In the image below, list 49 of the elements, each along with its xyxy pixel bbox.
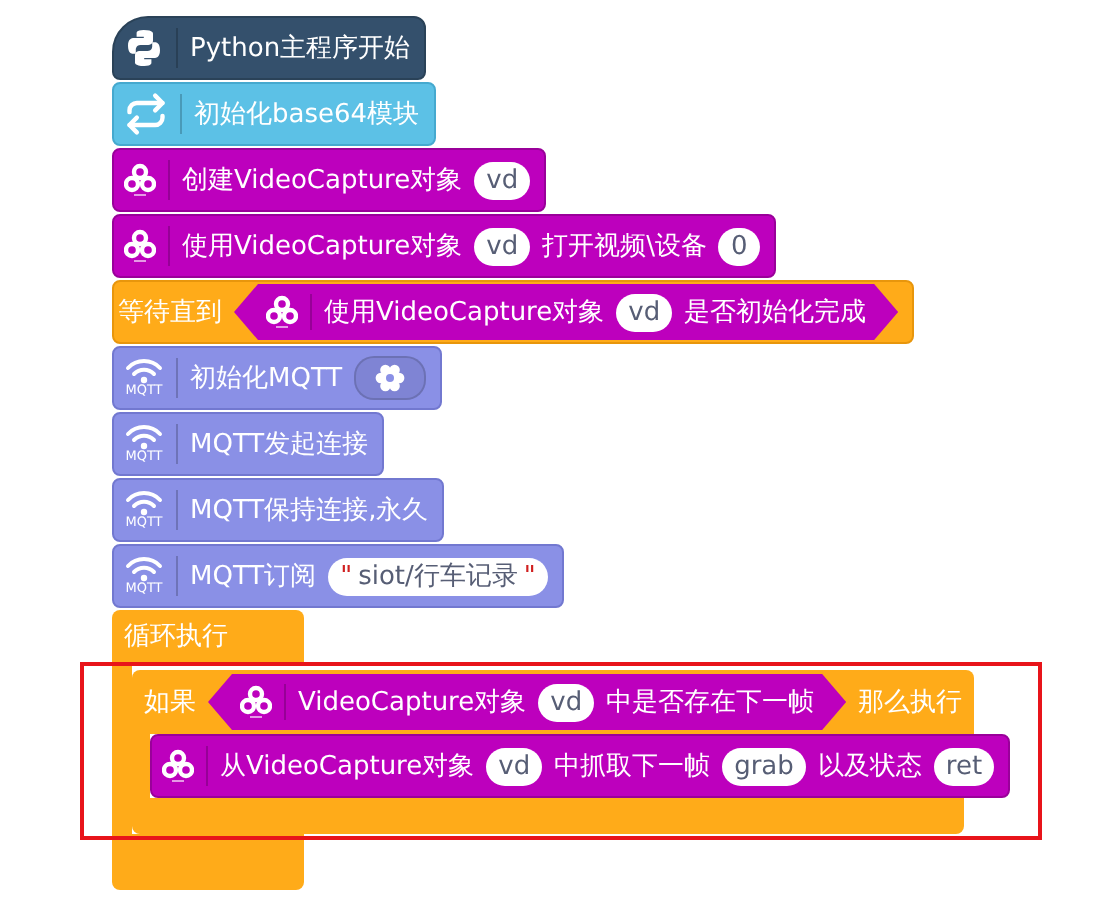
wifi-icon [124, 424, 164, 450]
input-slot[interactable]: vd [474, 227, 531, 265]
block-label: 创建VideoCapture对象 [182, 164, 463, 198]
block-label: 初始化base64模块 [194, 98, 420, 132]
input-slot[interactable]: vd [474, 161, 531, 199]
python-logo-icon [124, 28, 164, 68]
block-label: 初始化MQTT [190, 362, 343, 396]
block-label: 是否初始化完成 [684, 296, 867, 330]
settings-slot[interactable] [354, 356, 427, 400]
block-label: MQTT发起连接 [190, 428, 369, 462]
block-label: MQTT订阅 [190, 560, 317, 594]
block-label: 中抓取下一帧 [554, 750, 711, 784]
wifi-icon [124, 556, 164, 582]
code-block[interactable]: 使用VideoCapture对象 vd 打开视频\设备 0 [112, 214, 776, 278]
code-block[interactable]: 从VideoCapture对象 vd 中抓取下一帧 grab 以及状态 ret [150, 734, 1011, 798]
input-slot[interactable]: grab [722, 747, 806, 785]
if-header[interactable]: 如果 VideoCapture对象 vd 中是否存在下一帧 那么执行 [132, 670, 975, 734]
code-block[interactable]: 创建VideoCapture对象 vd [112, 148, 547, 212]
repeat-arrows-icon [124, 92, 168, 136]
block-label: 打开视频\设备 [542, 230, 707, 264]
block-label: MQTT保持连接,永久 [190, 494, 429, 528]
input-slot[interactable]: vd [538, 683, 595, 721]
block-label: Python主程序开始 [190, 32, 411, 66]
condition-block[interactable]: 使用VideoCapture对象 vd 是否初始化完成 [234, 284, 899, 340]
wifi-icon [124, 358, 164, 384]
block-label: 使用VideoCapture对象 [324, 296, 605, 330]
block-label: 使用VideoCapture对象 [182, 230, 463, 264]
rings-logo-icon [162, 748, 194, 784]
block-label: 从VideoCapture对象 [220, 750, 475, 784]
rings-logo-icon [240, 684, 272, 720]
rings-logo-icon [124, 162, 156, 198]
input-slot[interactable]: vd [616, 293, 673, 331]
input-slot[interactable]: 0 [718, 227, 760, 265]
wifi-icon [124, 490, 164, 516]
block-label: VideoCapture对象 [298, 686, 527, 720]
input-slot[interactable]: vd [486, 747, 543, 785]
condition-block[interactable]: VideoCapture对象 vd 中是否存在下一帧 [208, 674, 847, 730]
input-slot[interactable]: ret [933, 747, 995, 785]
string-slot[interactable]: " siot/行车记录 " [328, 557, 548, 595]
wait-label: 等待直到 [118, 296, 222, 330]
rings-logo-icon [124, 228, 156, 264]
wait-until-block[interactable]: 等待直到 使用VideoCapture对象 vd 是否初始化完成 [112, 280, 915, 344]
rings-logo-icon [266, 294, 298, 330]
if-label: 如果 [144, 686, 196, 720]
gear-icon [374, 362, 407, 394]
block-label: 中是否存在下一帧 [606, 686, 815, 720]
then-label: 那么执行 [858, 686, 963, 720]
code-block[interactable]: Python主程序开始 [112, 16, 427, 80]
block-label: 以及状态 [817, 750, 922, 784]
